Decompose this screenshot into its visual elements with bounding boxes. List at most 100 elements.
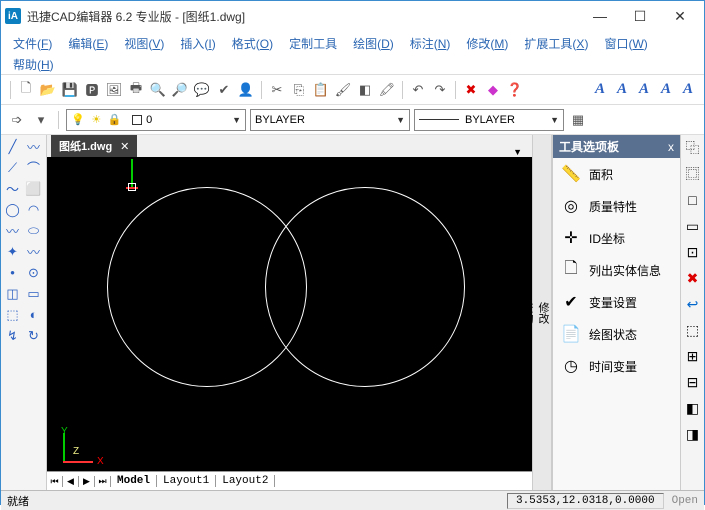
open-icon[interactable]: 📂: [38, 80, 58, 100]
draw-tool-5[interactable]: ⬜: [24, 179, 43, 198]
tab-nav-icon[interactable]: ⏮: [47, 476, 63, 487]
bubble-icon[interactable]: 💬: [192, 80, 212, 100]
modify-tool-5[interactable]: ✖: [684, 269, 702, 287]
side-tab[interactable]: 修改: [535, 298, 551, 328]
close-button[interactable]: ✕: [660, 2, 700, 30]
draw-tool-6[interactable]: ◯: [3, 200, 22, 219]
draw-tool-13[interactable]: ⊙: [24, 263, 43, 282]
panel-close-icon[interactable]: x: [668, 140, 674, 154]
pdf-icon[interactable]: 🅿: [82, 80, 102, 100]
menu-修改[interactable]: 修改(M): [462, 33, 512, 54]
modify-tool-6[interactable]: ↩: [684, 295, 702, 313]
color-picker-icon[interactable]: ▦: [568, 110, 588, 130]
layout-tab-layout2[interactable]: Layout2: [216, 475, 275, 487]
modify-tool-0[interactable]: ⿻: [684, 139, 702, 157]
minimize-button[interactable]: —: [580, 2, 620, 30]
draw-tool-2[interactable]: ⟋: [3, 158, 22, 177]
palette-item-mass-props[interactable]: ◎质量特性: [553, 190, 680, 222]
undo-icon[interactable]: ↶: [408, 80, 428, 100]
draw-tool-9[interactable]: ⬭: [24, 221, 43, 240]
draw-tool-12[interactable]: •: [3, 263, 22, 282]
text-style-0[interactable]: A: [590, 80, 610, 100]
print-icon[interactable]: 🖶: [126, 80, 146, 100]
paste-icon[interactable]: 📋: [311, 80, 331, 100]
image-icon[interactable]: 🖼: [104, 80, 124, 100]
eraser-icon[interactable]: ◧: [355, 80, 375, 100]
menu-格式[interactable]: 格式(O): [228, 33, 277, 54]
draw-tool-1[interactable]: 〰: [24, 137, 43, 156]
tab-nav-icon[interactable]: ⏭: [95, 476, 111, 487]
draw-tool-8[interactable]: 〰: [3, 221, 22, 240]
diamond-icon[interactable]: ◆: [483, 80, 503, 100]
palette-item-area[interactable]: 📏面积: [553, 158, 680, 190]
text-style-4[interactable]: A: [678, 80, 698, 100]
tab-dropdown-icon[interactable]: ▼: [507, 147, 528, 157]
modify-tool-8[interactable]: ⊞: [684, 347, 702, 365]
panel-header[interactable]: 工具选项板 x: [553, 135, 680, 158]
tab-nav-icon[interactable]: ▶: [79, 476, 95, 487]
layout-tab-model[interactable]: Model: [111, 475, 157, 487]
draw-tool-15[interactable]: ▭: [24, 284, 43, 303]
layer-states-icon[interactable]: ▾: [31, 110, 51, 130]
draw-tool-17[interactable]: ◐: [24, 305, 43, 324]
tab-nav-icon[interactable]: ◀: [63, 476, 79, 487]
menu-视图[interactable]: 视图(V): [120, 33, 168, 54]
brush-icon[interactable]: 🖍: [377, 80, 397, 100]
modify-tool-4[interactable]: ⊡: [684, 243, 702, 261]
draw-tool-0[interactable]: ╱: [3, 137, 22, 156]
menu-标注[interactable]: 标注(N): [406, 33, 455, 54]
menu-扩展工具[interactable]: 扩展工具(X): [520, 33, 592, 54]
find-icon[interactable]: 🔎: [170, 80, 190, 100]
draw-tool-3[interactable]: ⌒: [24, 158, 43, 177]
cut-icon[interactable]: ✂: [267, 80, 287, 100]
text-style-1[interactable]: A: [612, 80, 632, 100]
draw-tool-16[interactable]: ⬚: [3, 305, 22, 324]
palette-item-draw-status[interactable]: 📄绘图状态: [553, 318, 680, 350]
menu-定制工具[interactable]: 定制工具: [285, 33, 341, 54]
text-style-3[interactable]: A: [656, 80, 676, 100]
draw-tool-7[interactable]: ◠: [24, 200, 43, 219]
linetype-dropdown[interactable]: BYLAYER ▼: [250, 109, 410, 131]
menu-绘图[interactable]: 绘图(D): [349, 33, 398, 54]
redo-icon[interactable]: ↷: [430, 80, 450, 100]
draw-tool-18[interactable]: ↯: [3, 326, 22, 345]
match-icon[interactable]: 🖌: [333, 80, 353, 100]
modify-tool-9[interactable]: ⊟: [684, 373, 702, 391]
palette-item-time-var[interactable]: ◷时间变量: [553, 350, 680, 382]
copy-icon[interactable]: ⎘: [289, 80, 309, 100]
palette-item-id-coord[interactable]: ✛ID坐标: [553, 222, 680, 254]
text-style-2[interactable]: A: [634, 80, 654, 100]
close-tab-icon[interactable]: ✕: [120, 140, 129, 153]
maximize-button[interactable]: ☐: [620, 2, 660, 30]
modify-tool-10[interactable]: ◧: [684, 399, 702, 417]
lineweight-dropdown[interactable]: BYLAYER ▼: [414, 109, 564, 131]
modify-tool-7[interactable]: ⬚: [684, 321, 702, 339]
menu-文件[interactable]: 文件(F): [9, 33, 56, 54]
help-icon[interactable]: ❓: [505, 80, 525, 100]
save-icon[interactable]: 💾: [60, 80, 80, 100]
drawing-canvas[interactable]: Y X Z: [47, 157, 532, 471]
modify-tool-1[interactable]: ⿴: [684, 165, 702, 183]
modify-tool-2[interactable]: □: [684, 191, 702, 209]
modify-tool-11[interactable]: ◨: [684, 425, 702, 443]
menu-窗口[interactable]: 窗口(W): [600, 33, 651, 54]
draw-tool-4[interactable]: 〜: [3, 179, 22, 198]
spell-icon[interactable]: ✔: [214, 80, 234, 100]
new-icon[interactable]: 🗋: [16, 80, 36, 100]
draw-tool-19[interactable]: ↻: [24, 326, 43, 345]
draw-tool-14[interactable]: ◫: [3, 284, 22, 303]
menu-编辑[interactable]: 编辑(E): [64, 33, 112, 54]
draw-tool-10[interactable]: ✦: [3, 242, 22, 261]
modify-tool-3[interactable]: ▭: [684, 217, 702, 235]
layer-manager-icon[interactable]: ➩: [7, 110, 27, 130]
palette-item-list-entity[interactable]: 🗋列出实体信息: [553, 254, 680, 286]
menu-帮助[interactable]: 帮助(H): [9, 54, 58, 75]
draw-tool-11[interactable]: 〰: [24, 242, 43, 261]
layer-dropdown[interactable]: 💡 ☀ 🔒 0 ▼: [66, 109, 246, 131]
palette-item-var-set[interactable]: ✔变量设置: [553, 286, 680, 318]
xred-icon[interactable]: ✖: [461, 80, 481, 100]
person-icon[interactable]: 👤: [236, 80, 256, 100]
file-tab[interactable]: 图纸1.dwg ✕: [51, 135, 137, 157]
preview-icon[interactable]: 🔍: [148, 80, 168, 100]
menu-插入[interactable]: 插入(I): [176, 33, 219, 54]
